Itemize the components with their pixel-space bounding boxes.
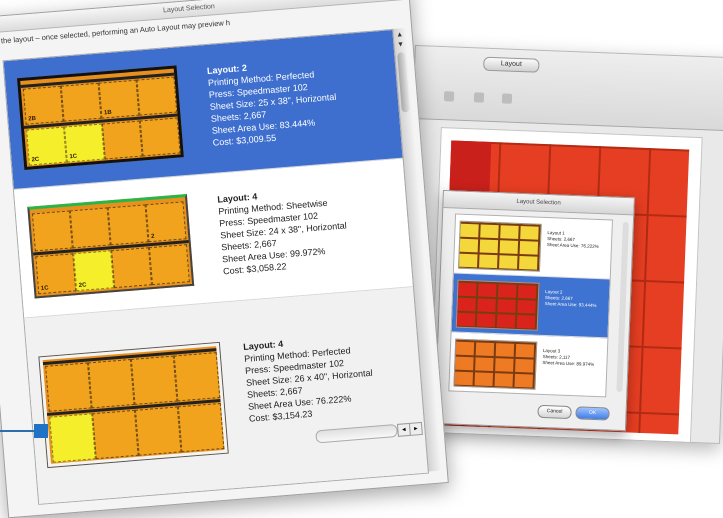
scroll-down-icon[interactable]: ▼ xyxy=(395,40,406,51)
small-layout-area: Sheet Area Use: 76.222% xyxy=(546,242,599,250)
small-layout-info: Layout 3 Sheets: 2,117 Sheet Area Use: 8… xyxy=(542,348,603,368)
layout-selection-dialog: Layout Selection the layout – once selec… xyxy=(0,0,449,518)
background-toolbar: Layout xyxy=(413,46,723,132)
callout-marker xyxy=(34,424,48,438)
layout-thumbnail xyxy=(39,342,228,468)
small-layout-thumbnail xyxy=(455,279,540,331)
layout-list-item[interactable]: Layout: 4 Printing Method: Perfected Pre… xyxy=(24,287,429,505)
layout-info: Layout: 4 Printing Method: Sheetwise Pre… xyxy=(217,179,403,277)
toolbar-tool-icon[interactable] xyxy=(473,92,485,103)
small-layout-thumbnail xyxy=(453,338,538,390)
small-layout-list[interactable]: Layout 1 Sheets: 2,667 Sheet Area Use: 7… xyxy=(448,213,613,398)
toolbar-tool-icon[interactable] xyxy=(501,93,513,104)
small-layout-info: Layout 1 Sheets: 2,667 Sheet Area Use: 7… xyxy=(547,230,608,250)
cell-label: 2 xyxy=(150,233,155,241)
scroll-right-icon[interactable]: ▸ xyxy=(408,421,423,436)
cell-label: 2B xyxy=(28,115,37,123)
background-tab-layout[interactable]: Layout xyxy=(483,56,540,73)
scrollbar-thumb[interactable] xyxy=(397,52,410,113)
small-layout-item[interactable]: Layout 3 Sheets: 2,117 Sheet Area Use: 8… xyxy=(449,332,608,398)
small-layout-area: Sheet Area Use: 93.444% xyxy=(544,300,597,308)
toolbar-tool-icon[interactable] xyxy=(443,91,455,102)
small-layout-item[interactable]: Layout 1 Sheets: 2,667 Sheet Area Use: 7… xyxy=(453,214,612,280)
small-layout-item[interactable]: Layout 2 Sheets: 2,667 Sheet Area Use: 9… xyxy=(451,273,610,339)
small-layout-area: Sheet Area Use: 89.974% xyxy=(542,359,595,367)
cell-label: 1B xyxy=(103,109,112,117)
cell-label: 1C xyxy=(69,153,78,161)
small-dialog-scrollbar[interactable] xyxy=(616,221,629,393)
layout-info: Layout: 4 Printing Method: Perfected Pre… xyxy=(243,327,429,425)
layout-info: Layout: 2 Printing Method: Perfected Pre… xyxy=(207,51,393,149)
callout-line xyxy=(0,430,34,432)
layout-thumbnail: 2B 1B 2C 1C xyxy=(16,65,184,170)
small-layout-thumbnail xyxy=(457,220,542,272)
layout-thumbnail: 2 1C 2C xyxy=(27,194,195,299)
small-layout-dialog: Layout Selection Layout 1 Sheets: 2,667 … xyxy=(434,190,635,432)
ok-button[interactable]: OK xyxy=(575,406,610,421)
small-layout-info: Layout 2 Sheets: 2,667 Sheet Area Use: 9… xyxy=(545,289,606,309)
cell-label: 2C xyxy=(31,156,40,164)
cell-label: 1C xyxy=(40,285,49,293)
cell-label: 2C xyxy=(78,282,87,289)
cancel-button[interactable]: Cancel xyxy=(537,404,572,420)
